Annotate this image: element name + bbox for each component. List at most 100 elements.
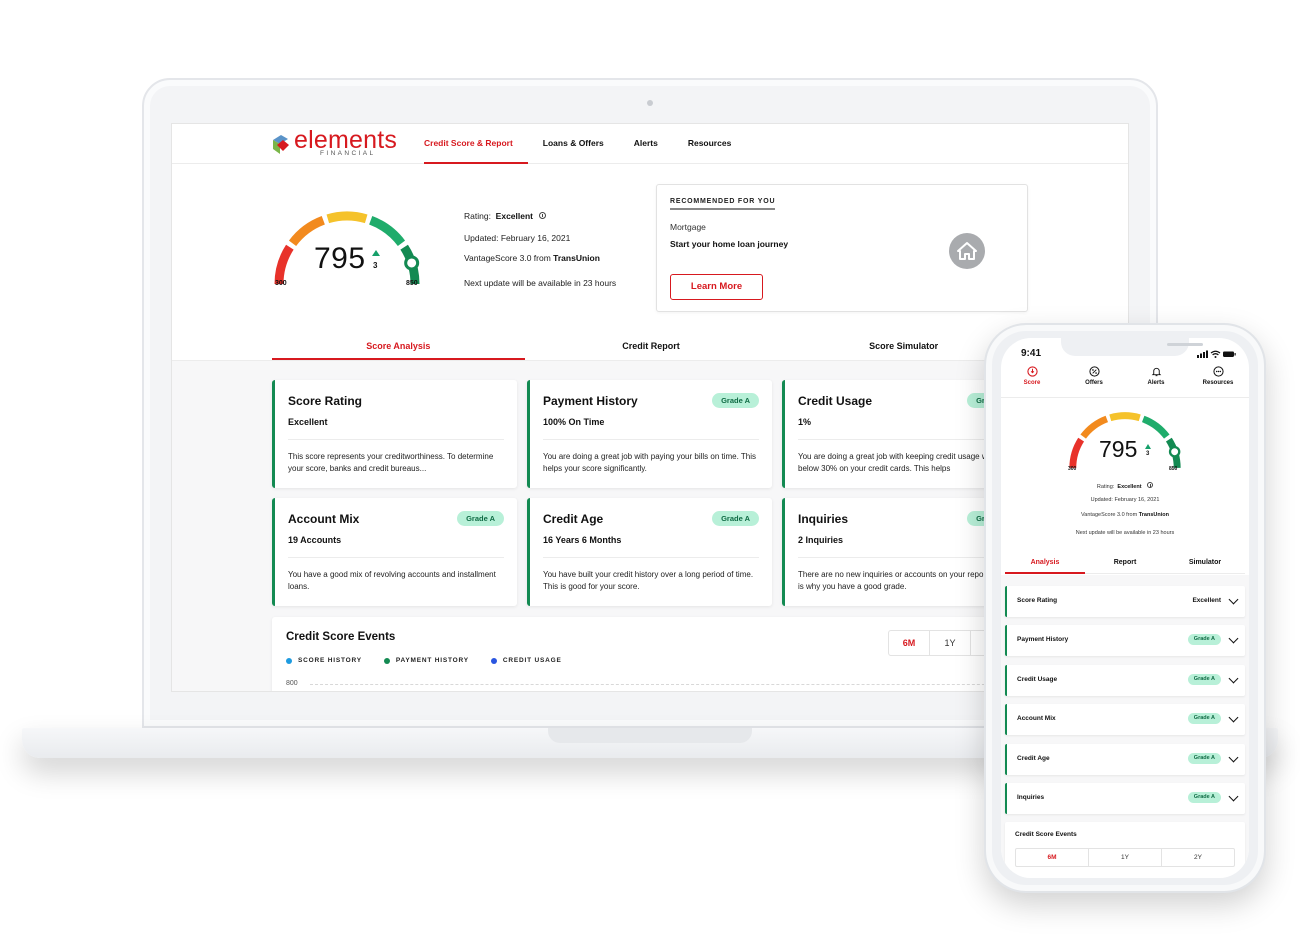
chart-gridline xyxy=(310,684,1020,685)
card-divider xyxy=(543,557,759,558)
chevron-down-icon[interactable] xyxy=(1228,594,1239,605)
range-6m[interactable]: 6M xyxy=(889,631,930,655)
mobile-rating-label: Rating: xyxy=(1096,484,1115,490)
card-description: You are doing a great job with paying yo… xyxy=(543,452,757,473)
mobile-nav-label: Offers xyxy=(1085,380,1103,386)
card-title: Score Rating xyxy=(288,394,363,408)
chevron-down-icon[interactable] xyxy=(1228,752,1239,763)
mobile-row-score-rating[interactable]: Score Rating Excellent xyxy=(1005,586,1245,617)
nav-alerts[interactable]: Alerts xyxy=(619,124,673,164)
phone-notch xyxy=(1061,338,1203,356)
recommended-category: Mortgage xyxy=(670,222,706,232)
chevron-down-icon[interactable] xyxy=(1228,673,1239,684)
laptop-camera xyxy=(647,100,653,106)
card-divider xyxy=(288,557,504,558)
brand-logo[interactable]: elements FINANCIAL xyxy=(272,126,402,160)
battery-icon xyxy=(1223,351,1236,357)
mobile-nav-offers[interactable]: Offers xyxy=(1063,364,1125,397)
info-icon[interactable] xyxy=(539,212,547,219)
mobile-tab-report[interactable]: Report xyxy=(1085,554,1165,573)
mobile-row-account-mix[interactable]: Account Mix Grade A xyxy=(1005,704,1245,736)
credit-score-value: 795 xyxy=(314,242,366,275)
range-1y[interactable]: 1Y xyxy=(930,631,971,655)
factor-card-credit-age[interactable]: Credit Age Grade A 16 Years 6 Months You ha… xyxy=(527,498,772,606)
mobile-score-delta: 3 xyxy=(1146,451,1150,457)
factor-card-payment-history[interactable]: Payment History Grade A 100% On Time You ar… xyxy=(527,380,772,488)
chevron-down-icon[interactable] xyxy=(1228,791,1239,802)
mobile-row-payment-history[interactable]: Payment History Grade A xyxy=(1005,625,1245,657)
mobile-tab-analysis[interactable]: Analysis xyxy=(1005,554,1085,574)
mobile-info-icon[interactable] xyxy=(1147,482,1154,488)
mobile-nav-resources[interactable]: Resources xyxy=(1187,364,1249,397)
tab-credit-report[interactable]: Credit Report xyxy=(525,332,778,360)
score-source: VantageScore 3.0 from TransUnion xyxy=(464,253,600,263)
score-delta: 3 xyxy=(373,261,378,270)
mobile-range-6m[interactable]: 6M xyxy=(1016,849,1089,866)
card-divider xyxy=(798,557,1014,558)
mobile-screen: 9:41 Score Offers Alerts Resources 795 3… xyxy=(1001,338,1249,878)
mobile-nav-alerts[interactable]: Alerts xyxy=(1125,364,1187,397)
rating-label: Rating: xyxy=(464,211,491,221)
legend-label: SCORE HISTORY xyxy=(298,657,362,664)
score-icon xyxy=(1026,366,1038,377)
legend-payment-history[interactable]: PAYMENT HISTORY xyxy=(383,657,469,664)
card-divider xyxy=(798,439,1014,440)
gauge-segment-fair xyxy=(288,216,326,247)
recommended-card: RECOMMENDED FOR YOU Mortgage Start your … xyxy=(656,184,1028,312)
mobile-range-1y[interactable]: 1Y xyxy=(1089,849,1162,866)
card-description: This score represents your creditworthin… xyxy=(288,452,494,473)
card-value: 100% On Time xyxy=(543,417,605,427)
mobile-updated-date: Updated: February 16, 2021 xyxy=(1090,497,1160,503)
mobile-nav: Score Offers Alerts Resources xyxy=(1001,364,1249,398)
mobile-credit-score-events: Credit Score Events 6M 1Y 2Y xyxy=(1005,822,1245,878)
mobile-row-credit-age[interactable]: Credit Age Grade A xyxy=(1005,743,1245,775)
updated-date: Updated: February 16, 2021 xyxy=(464,233,571,243)
legend-credit-usage[interactable]: CREDIT USAGE xyxy=(490,657,562,664)
percent-icon xyxy=(1088,366,1100,377)
mobile-tab-simulator[interactable]: Simulator xyxy=(1165,554,1245,573)
mobile-row-label: Inquiries xyxy=(1017,794,1045,801)
laptop-notch xyxy=(548,728,752,743)
gauge-segment-good xyxy=(326,211,368,224)
mobile-range-2y[interactable]: 2Y xyxy=(1162,849,1234,866)
factor-card-account-mix[interactable]: Account Mix Grade A 19 Accounts You have a … xyxy=(272,498,517,606)
chevron-down-icon[interactable] xyxy=(1228,712,1239,723)
chevron-down-icon[interactable] xyxy=(1228,633,1239,644)
grade-badge: Grade A xyxy=(457,511,504,526)
card-title: Credit Usage xyxy=(798,394,873,408)
mobile-row-credit-usage[interactable]: Credit Usage Grade A xyxy=(1005,664,1245,696)
mobile-nav-score[interactable]: Score xyxy=(1001,364,1063,397)
wifi-icon xyxy=(1210,350,1221,358)
card-divider xyxy=(543,439,759,440)
gauge-segment-poor xyxy=(1069,437,1085,469)
mobile-tabs: Analysis Report Simulator xyxy=(1005,554,1245,574)
logo-cube-icon xyxy=(273,135,289,154)
factor-card-score-rating[interactable]: Score Rating Excellent This score represen… xyxy=(272,380,517,488)
phone-speaker xyxy=(1167,343,1203,346)
nav-credit-score-report[interactable]: Credit Score & Report xyxy=(424,124,528,164)
status-icons xyxy=(1197,350,1236,358)
nav-resources[interactable]: Resources xyxy=(673,124,746,164)
mobile-time-range-selector: 6M 1Y 2Y xyxy=(1015,848,1235,867)
mobile-row-label: Score Rating xyxy=(1017,597,1058,604)
credit-score-events-panel: Credit Score Events SCORE HISTORY PAYMEN… xyxy=(272,617,1030,691)
mobile-nav-label: Score xyxy=(1023,380,1041,386)
score-tabs: Score Analysis Credit Report Score Simul… xyxy=(272,332,1030,360)
gauge-segment-good xyxy=(1109,412,1141,422)
legend-score-history[interactable]: SCORE HISTORY xyxy=(286,657,362,664)
learn-more-button[interactable]: Learn More xyxy=(670,274,763,300)
signal-icon xyxy=(1197,350,1208,358)
tab-score-analysis[interactable]: Score Analysis xyxy=(272,332,525,360)
mobile-rating-row: Rating: Excellent xyxy=(1001,482,1249,490)
card-title: Account Mix xyxy=(288,512,360,526)
nav-loans-offers[interactable]: Loans & Offers xyxy=(528,124,619,164)
mobile-row-inquiries[interactable]: Inquiries Grade A xyxy=(1005,783,1245,814)
legend-dot-icon xyxy=(383,657,390,664)
mobile-row-value: Excellent xyxy=(1192,597,1221,604)
mobile-row-label: Credit Age xyxy=(1017,754,1050,762)
mobile-grade-badge: Grade A xyxy=(1187,752,1221,764)
mobile-row-label: Payment History xyxy=(1017,636,1069,644)
card-value: Excellent xyxy=(288,417,328,427)
gauge-min-label: 300 xyxy=(275,280,287,287)
card-title: Payment History xyxy=(543,394,638,408)
